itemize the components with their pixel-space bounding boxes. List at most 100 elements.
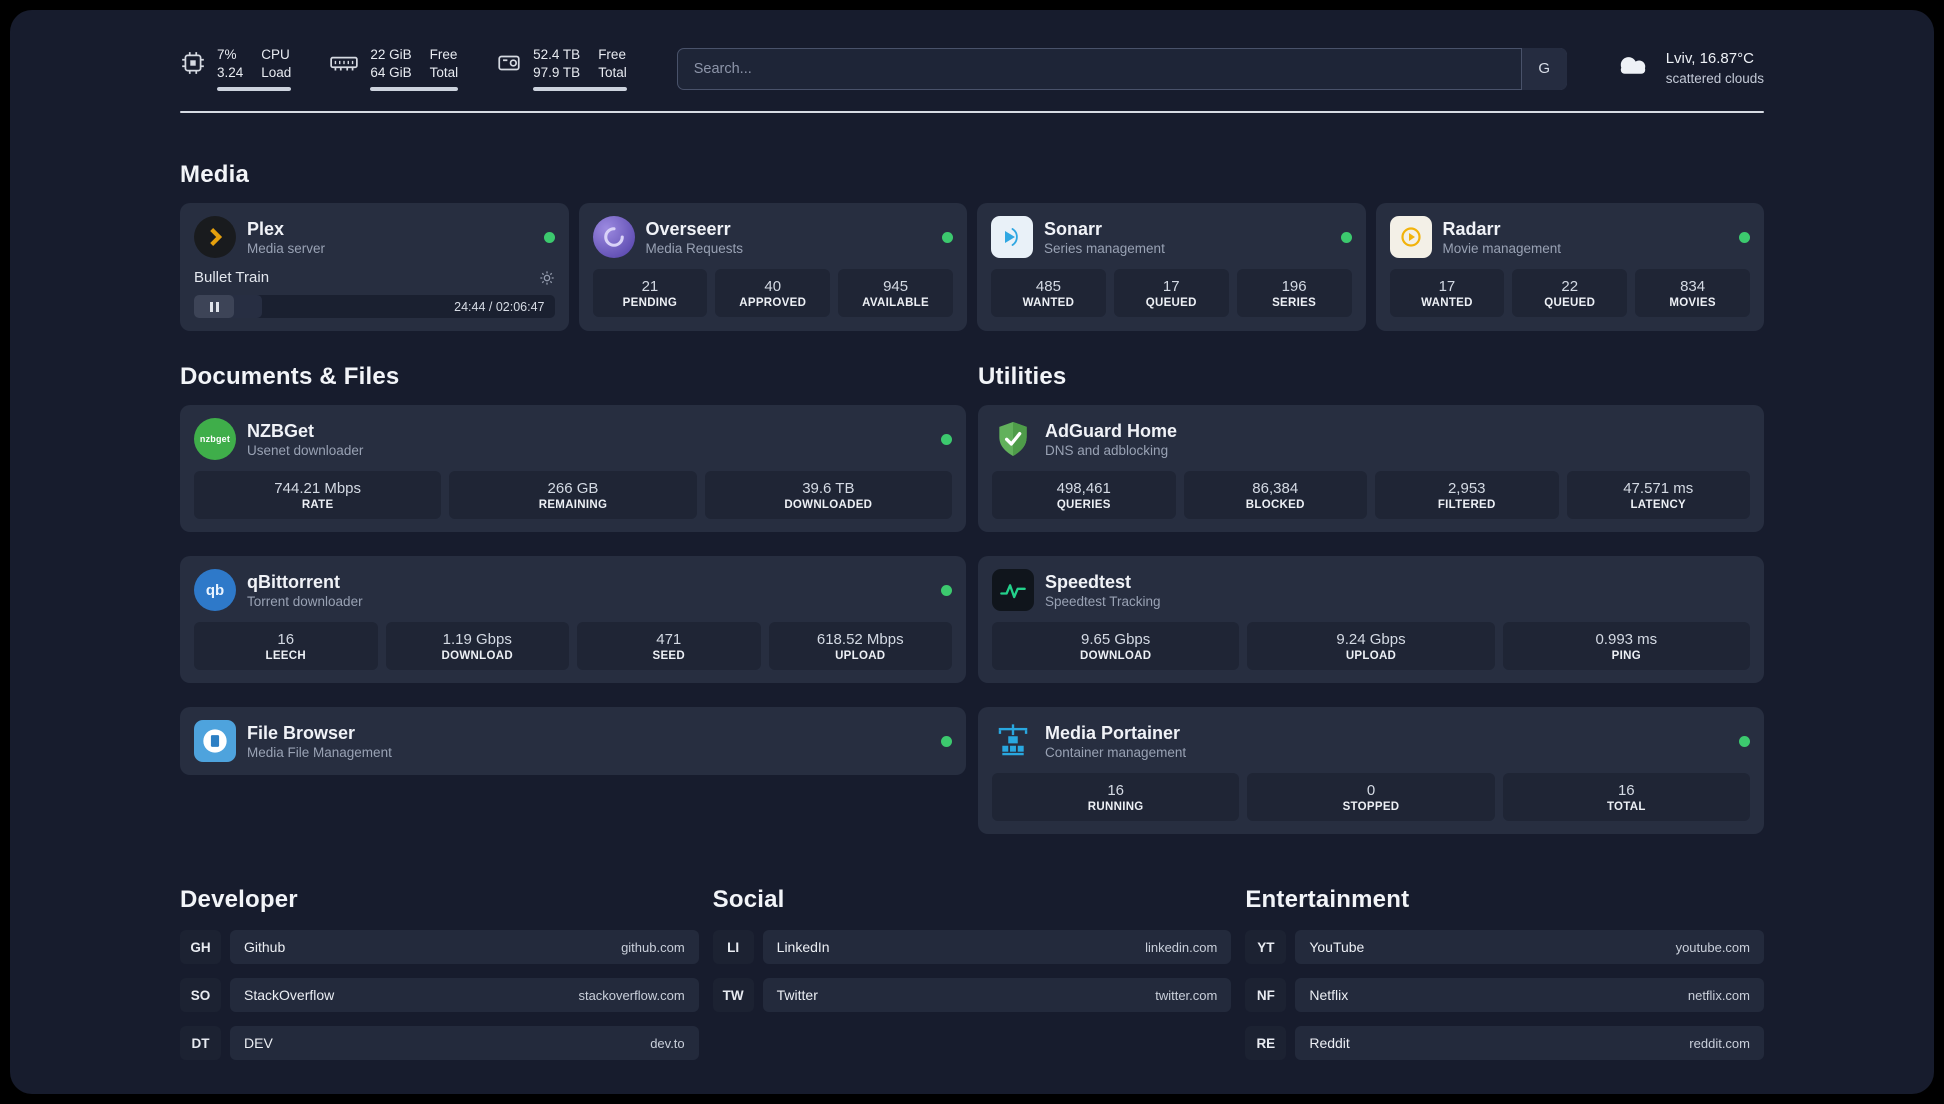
stat-tile: 86,384 BLOCKED xyxy=(1183,471,1367,519)
bookmark-link[interactable]: Netflix netflix.com xyxy=(1295,978,1764,1012)
stat-tile: 485 WANTED xyxy=(991,269,1106,317)
stat-label: UPLOAD xyxy=(1345,649,1397,662)
cpu-label-bottom: Load xyxy=(261,64,292,80)
stat-value: 16 xyxy=(1107,781,1124,799)
app-link-nzbget[interactable]: nzbget NZBGet Usenet downloader xyxy=(194,418,363,460)
app-desc-nzbget: Usenet downloader xyxy=(247,442,364,458)
bookmark-abbr[interactable]: SO xyxy=(180,978,221,1012)
app-link-plex[interactable]: Plex Media server xyxy=(194,216,325,258)
bookmark-name: Github xyxy=(244,939,286,955)
status-dot xyxy=(941,735,952,747)
bookmark-link[interactable]: Twitter twitter.com xyxy=(762,978,1232,1012)
app-card-nzbget: nzbget NZBGet Usenet downloader 744.21 M… xyxy=(180,405,966,532)
disk-total-value: 97.9 TB xyxy=(533,64,581,80)
stat-tile: 945 AVAILABLE xyxy=(838,269,953,317)
bookmark-link[interactable]: Github github.com xyxy=(230,930,699,964)
bookmark-abbr[interactable]: LI xyxy=(712,930,754,964)
stat-value: 17 xyxy=(1438,277,1456,295)
bookmark-link[interactable]: Reddit reddit.com xyxy=(1295,1026,1764,1060)
stat-label: WANTED xyxy=(1022,296,1075,309)
bookmark-row: NF Netflix netflix.com xyxy=(1245,978,1764,1012)
stat-tile: 16 TOTAL xyxy=(1502,773,1750,821)
stat-value: 9.24 Gbps xyxy=(1336,630,1406,648)
app-name-qbittorrent: qBittorrent xyxy=(247,571,340,592)
disk-stat-group: 52.4 TB 97.9 TB Free Total xyxy=(496,46,627,91)
section-title-social: Social xyxy=(712,886,785,913)
app-link-adguard[interactable]: AdGuard Home DNS and adblocking xyxy=(992,418,1177,460)
stat-value: 498,461 xyxy=(1056,479,1111,497)
filebrowser-icon xyxy=(194,720,236,762)
stat-label: SERIES xyxy=(1272,296,1317,309)
app-card-portainer: Media Portainer Container management 16 … xyxy=(978,707,1764,834)
stat-tile: 196 SERIES xyxy=(1236,269,1352,317)
disk-stat-values: 52.4 TB 97.9 TB Free Total xyxy=(533,46,627,91)
stat-label: WANTED xyxy=(1421,296,1473,309)
bookmark-link[interactable]: DEV dev.to xyxy=(230,1026,699,1060)
stat-label: QUEUED xyxy=(1145,296,1197,309)
playback-progress-bar[interactable]: 24:44 / 02:06:47 xyxy=(194,295,555,318)
cloud-icon xyxy=(1613,51,1653,86)
speedtest-icon xyxy=(992,569,1034,611)
bookmark-abbr[interactable]: DT xyxy=(180,1026,221,1060)
bookmark-link[interactable]: YouTube youtube.com xyxy=(1295,930,1764,964)
app-link-overseerr[interactable]: Overseerr Media Requests xyxy=(592,216,744,258)
bookmark-abbr[interactable]: NF xyxy=(1245,978,1287,1012)
stat-tile: 0 STOPPED xyxy=(1247,773,1495,821)
app-name-sonarr: Sonarr xyxy=(1044,218,1103,239)
disk-label-top: Free xyxy=(598,47,626,62)
stat-tile: 266 GB REMAINING xyxy=(449,471,697,519)
bookmark-abbr[interactable]: TW xyxy=(712,978,754,1012)
app-desc-speedtest: Speedtest Tracking xyxy=(1045,593,1161,609)
stat-tile: 1.19 Gbps DOWNLOAD xyxy=(385,622,569,670)
stat-tile: 9.24 Gbps UPLOAD xyxy=(1247,622,1495,670)
stat-value: 744.21 Mbps xyxy=(274,479,362,497)
stat-tile: 16 RUNNING xyxy=(992,773,1240,821)
memory-label-top: Free xyxy=(429,47,458,62)
bookmark-abbr[interactable]: YT xyxy=(1245,930,1287,964)
stat-label: DOWNLOAD xyxy=(441,649,513,662)
app-link-qbittorrent[interactable]: qb qBittorrent Torrent downloader xyxy=(194,569,363,611)
stat-tile: 471 SEED xyxy=(577,622,761,670)
stat-tile: 0.993 ms PING xyxy=(1502,622,1750,670)
app-link-speedtest[interactable]: Speedtest Speedtest Tracking xyxy=(992,569,1161,611)
stat-label: LATENCY xyxy=(1630,498,1687,511)
app-link-radarr[interactable]: Radarr Movie management xyxy=(1389,216,1561,258)
app-link-sonarr[interactable]: Sonarr Series management xyxy=(991,216,1165,258)
app-link-portainer[interactable]: Media Portainer Container management xyxy=(992,720,1186,762)
stat-value: 0.993 ms xyxy=(1595,630,1658,648)
stat-label: MOVIES xyxy=(1669,296,1716,309)
bookmark-link[interactable]: StackOverflow stackoverflow.com xyxy=(230,978,699,1012)
stat-label: RATE xyxy=(301,498,334,511)
bookmark-url: dev.to xyxy=(650,1035,685,1051)
bookmark-row: LI LinkedIn linkedin.com xyxy=(712,930,1232,964)
stat-value: 17 xyxy=(1162,277,1180,295)
stat-value: 471 xyxy=(656,630,682,648)
stat-label: REMAINING xyxy=(538,498,608,511)
app-link-filebrowser[interactable]: File Browser Media File Management xyxy=(194,720,392,762)
bookmark-name: Twitter xyxy=(776,987,818,1003)
pause-button[interactable] xyxy=(194,295,234,318)
stat-label: PING xyxy=(1611,649,1641,662)
stat-value: 834 xyxy=(1680,277,1706,295)
bookmark-abbr[interactable]: GH xyxy=(180,930,221,964)
bookmark-link[interactable]: LinkedIn linkedin.com xyxy=(762,930,1232,964)
status-dot xyxy=(941,584,952,596)
app-card-sonarr: Sonarr Series management 485 WANTED 17 Q… xyxy=(977,203,1366,331)
settings-gear-icon[interactable] xyxy=(539,270,555,286)
stat-value: 16 xyxy=(277,630,295,648)
bookmark-row: GH Github github.com xyxy=(180,930,699,964)
stat-label: RUNNING xyxy=(1087,800,1144,813)
bookmark-abbr[interactable]: RE xyxy=(1245,1026,1287,1060)
section-documents-files: Documents & Files nzbget NZBGet Usenet d… xyxy=(180,363,966,775)
adguard-shield-icon xyxy=(992,418,1034,460)
app-desc-portainer: Container management xyxy=(1045,744,1187,760)
search-engine-badge[interactable]: G xyxy=(1520,47,1567,90)
stat-value: 0 xyxy=(1366,781,1376,799)
stat-label: UPLOAD xyxy=(835,649,886,662)
disk-label-bottom: Total xyxy=(598,64,627,80)
stat-value: 618.52 Mbps xyxy=(816,630,904,648)
stat-label: FILTERED xyxy=(1437,498,1496,511)
app-desc-overseerr: Media Requests xyxy=(645,240,744,256)
bookmark-url: reddit.com xyxy=(1689,1035,1750,1051)
search-input[interactable] xyxy=(676,47,1567,90)
